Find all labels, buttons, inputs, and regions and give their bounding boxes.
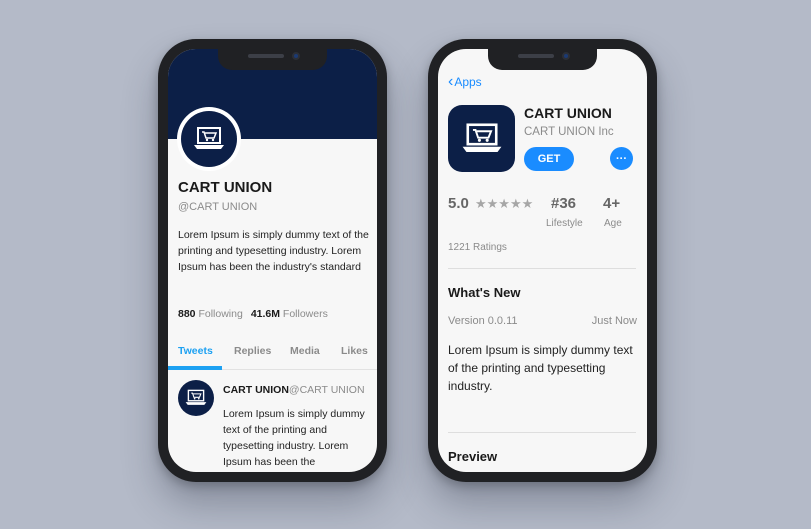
tweet-author[interactable]: CART UNION <box>223 384 289 396</box>
profile-tabs: Tweets Replies Media Likes <box>168 337 377 370</box>
profile-handle: @CART UNION <box>178 201 258 213</box>
whats-new-text: Lorem Ipsum is simply dummy text of the … <box>448 343 633 393</box>
tweet-avatar[interactable] <box>178 380 214 416</box>
tab-media[interactable]: Media <box>290 345 320 357</box>
active-tab-indicator <box>168 366 222 370</box>
profile-stats: 880 Following 41.6M Followers <box>178 308 328 320</box>
tab-tweets[interactable]: Tweets <box>178 345 213 357</box>
profile-screen: CART UNION @CART UNION Lorem Ipsum is si… <box>168 49 377 472</box>
divider <box>448 268 636 269</box>
rank-category[interactable]: Lifestyle <box>546 218 583 229</box>
whats-new-title: What's New <box>448 285 521 300</box>
preview-title: Preview <box>448 449 498 464</box>
get-button[interactable]: GET <box>524 147 574 171</box>
cart-on-laptop-icon <box>185 389 207 405</box>
followers-label: Followers <box>282 308 328 320</box>
profile-bio: Lorem Ipsum is simply dummy text of the … <box>178 229 369 273</box>
tweet-header: CART UNION@CART UNION <box>223 384 365 396</box>
profile-name: CART UNION <box>178 179 273 196</box>
app-developer[interactable]: CART UNION Inc <box>524 126 614 138</box>
speaker <box>248 54 284 58</box>
cart-on-laptop-icon <box>462 122 501 152</box>
appstore-screen: ‹ Apps CART UNION CART UNION Inc GET ···… <box>438 49 647 472</box>
app-name: CART UNION <box>524 105 612 121</box>
ratings-count: 1221 Ratings <box>448 242 507 253</box>
version-date: Just Now <box>591 315 637 327</box>
age-label: Age <box>604 218 622 229</box>
phone-notch <box>218 49 327 70</box>
tab-replies[interactable]: Replies <box>234 345 271 357</box>
following-label: Following <box>198 308 243 320</box>
camera <box>292 52 300 60</box>
star-rating-icon: ★★★★★ <box>475 196 534 211</box>
chart-rank: #36 <box>551 195 577 212</box>
tweet-handle: @CART UNION <box>288 384 365 396</box>
chevron-left-icon: ‹ <box>448 73 454 90</box>
phone-left: CART UNION @CART UNION Lorem Ipsum is si… <box>158 39 387 482</box>
tweet-text: Lorem Ipsum is simply dummy text of the … <box>223 408 365 468</box>
version-label: Version 0.0.11 <box>448 315 518 327</box>
ellipsis-icon[interactable]: ··· <box>610 147 633 170</box>
followers-stat[interactable]: 41.6M Followers <box>251 308 328 320</box>
followers-count: 41.6M <box>250 308 280 320</box>
following-stat[interactable]: 880 Following <box>178 308 243 320</box>
profile-avatar[interactable] <box>177 107 241 171</box>
cart-on-laptop-icon <box>194 127 224 149</box>
tab-likes[interactable]: Likes <box>341 345 368 357</box>
back-button[interactable]: ‹ Apps <box>448 73 482 90</box>
divider <box>448 432 636 433</box>
rating-value: 5.0 <box>448 195 469 212</box>
age-rating: 4+ <box>603 195 621 212</box>
phone-notch <box>488 49 597 70</box>
back-label: Apps <box>454 75 482 89</box>
app-icon <box>448 105 515 172</box>
following-count: 880 <box>178 308 196 320</box>
speaker <box>518 54 554 58</box>
avatar-inner <box>181 111 237 167</box>
phone-right: ‹ Apps CART UNION CART UNION Inc GET ···… <box>428 39 657 482</box>
camera <box>562 52 570 60</box>
